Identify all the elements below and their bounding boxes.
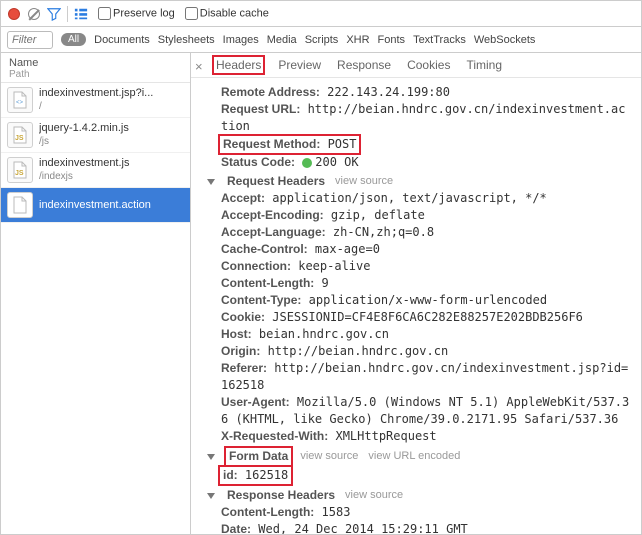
- request-name: indexinvestment.jsp?i...: [39, 87, 153, 100]
- header-row: Host: beian.hndrc.gov.cn: [221, 326, 631, 343]
- clear-icon[interactable]: [27, 7, 41, 21]
- header-row: User-Agent: Mozilla/5.0 (Windows NT 5.1)…: [221, 394, 631, 428]
- header-row: Cookie: JSESSIONID=CF4E8F6CA6C282E88257E…: [221, 309, 631, 326]
- remote-address: Remote Address: 222.143.24.199:80: [221, 84, 631, 101]
- header-row: Connection: keep-alive: [221, 258, 631, 275]
- filter-type[interactable]: Stylesheets: [158, 34, 215, 46]
- triangle-down-icon: [207, 179, 215, 185]
- form-data-row: id: 162518: [221, 466, 631, 485]
- request-name: indexinvestment.js: [39, 157, 130, 170]
- preserve-log-checkbox[interactable]: Preserve log: [94, 7, 175, 20]
- header-row: Content-Length: 9: [221, 275, 631, 292]
- filter-type[interactable]: XHR: [346, 34, 369, 46]
- tab-cookies[interactable]: Cookies: [405, 57, 452, 73]
- request-path: /js: [39, 135, 129, 148]
- request-list-sidebar: NamePath <> indexinvestment.jsp?i.../ JS…: [1, 53, 191, 534]
- record-icon[interactable]: [7, 7, 21, 21]
- request-method: Request Method: POST: [221, 135, 631, 154]
- tab-preview[interactable]: Preview: [276, 57, 323, 73]
- section-request-headers[interactable]: Request Headersview source: [207, 173, 631, 190]
- disable-cache-label: Disable cache: [200, 7, 269, 19]
- triangle-down-icon: [207, 493, 215, 499]
- section-form-data[interactable]: Form Dataview sourceview URL encoded: [207, 447, 631, 466]
- filter-type[interactable]: TextTracks: [413, 34, 466, 46]
- filter-type[interactable]: WebSockets: [474, 34, 536, 46]
- detail-tabs: Headers Preview Response Cookies Timing: [191, 53, 641, 78]
- section-response-headers[interactable]: Response Headersview source: [207, 487, 631, 504]
- header-row: X-Requested-With: XMLHttpRequest: [221, 428, 631, 445]
- svg-text:<>: <>: [16, 100, 24, 106]
- request-row[interactable]: JS jquery-1.4.2.min.js/js: [1, 118, 190, 153]
- preserve-log-label: Preserve log: [113, 7, 175, 19]
- filter-type[interactable]: Scripts: [305, 34, 339, 46]
- filter-input[interactable]: [7, 31, 53, 49]
- file-blank-icon: [7, 192, 33, 218]
- request-row[interactable]: indexinvestment.action: [1, 188, 190, 223]
- filter-type[interactable]: Fonts: [378, 34, 406, 46]
- view-source-link[interactable]: view source: [345, 487, 403, 504]
- status-code: Status Code: 200 OK: [221, 154, 631, 171]
- filter-all-pill[interactable]: All: [61, 33, 86, 46]
- file-doc-icon: <>: [7, 87, 33, 113]
- svg-text:JS: JS: [15, 170, 24, 177]
- tab-response[interactable]: Response: [335, 57, 393, 73]
- col-name: NamePath: [9, 57, 38, 80]
- header-row: Accept: application/json, text/javascrip…: [221, 190, 631, 207]
- header-row: Accept-Language: zh-CN,zh;q=0.8: [221, 224, 631, 241]
- view-source-link[interactable]: view source: [335, 173, 393, 190]
- request-row[interactable]: <> indexinvestment.jsp?i.../: [1, 83, 190, 118]
- header-row: Origin: http://beian.hndrc.gov.cn: [221, 343, 631, 360]
- header-row: Date: Wed, 24 Dec 2014 15:29:11 GMT: [221, 521, 631, 534]
- svg-text:JS: JS: [15, 135, 24, 142]
- view-toggle-icon[interactable]: [74, 7, 88, 21]
- filter-type[interactable]: Images: [223, 34, 259, 46]
- request-name: jquery-1.4.2.min.js: [39, 122, 129, 135]
- request-path: /indexjs: [39, 170, 130, 183]
- separator: [67, 6, 68, 22]
- tab-headers[interactable]: Headers: [213, 57, 264, 73]
- disable-cache-checkbox[interactable]: Disable cache: [181, 7, 269, 20]
- header-row: Referer: http://beian.hndrc.gov.cn/index…: [221, 360, 631, 394]
- request-url: Request URL: http://beian.hndrc.gov.cn/i…: [221, 101, 631, 135]
- triangle-down-icon: [207, 454, 215, 460]
- view-source-link[interactable]: view source: [300, 448, 358, 465]
- filter-type[interactable]: Media: [267, 34, 297, 46]
- file-js-icon: JS: [7, 122, 33, 148]
- header-row: Cache-Control: max-age=0: [221, 241, 631, 258]
- request-row[interactable]: JS indexinvestment.js/indexjs: [1, 153, 190, 188]
- filter-type[interactable]: Documents: [94, 34, 150, 46]
- close-icon[interactable]: ×: [195, 59, 203, 74]
- header-row: Content-Length: 1583: [221, 504, 631, 521]
- tab-timing[interactable]: Timing: [464, 57, 504, 73]
- request-name: indexinvestment.action: [39, 199, 151, 212]
- view-url-encoded-link[interactable]: view URL encoded: [368, 448, 460, 465]
- details-panel: × Headers Preview Response Cookies Timin…: [191, 53, 641, 534]
- file-js-icon: JS: [7, 157, 33, 183]
- header-row: Content-Type: application/x-www-form-url…: [221, 292, 631, 309]
- header-row: Accept-Encoding: gzip, deflate: [221, 207, 631, 224]
- filter-icon[interactable]: [47, 7, 61, 21]
- request-path: /: [39, 100, 153, 113]
